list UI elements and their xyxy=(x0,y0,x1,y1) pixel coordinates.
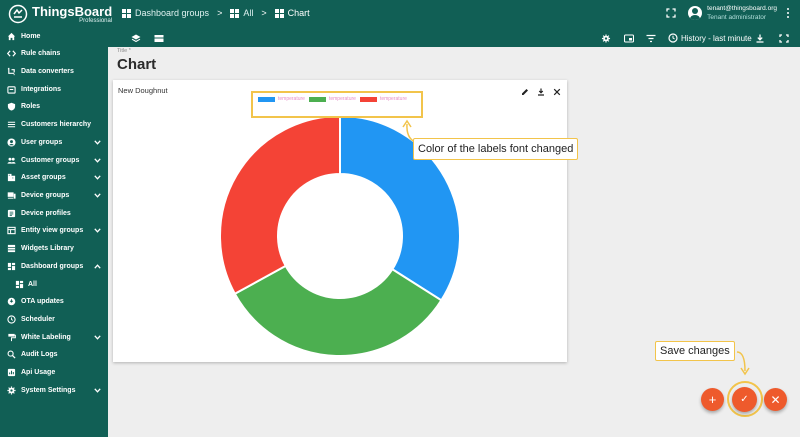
doughnut-chart xyxy=(219,114,461,357)
annotation-save-note: Save changes xyxy=(655,341,735,361)
cancel-button[interactable]: ✕ xyxy=(764,388,787,411)
doughnut-slice-2[interactable] xyxy=(219,114,341,296)
annotation-labels-note: Color of the labels font changed xyxy=(413,138,579,160)
save-button[interactable]: ✓ xyxy=(732,387,757,412)
add-widget-button[interactable]: + xyxy=(701,388,724,411)
legend-highlight-box xyxy=(251,91,423,118)
